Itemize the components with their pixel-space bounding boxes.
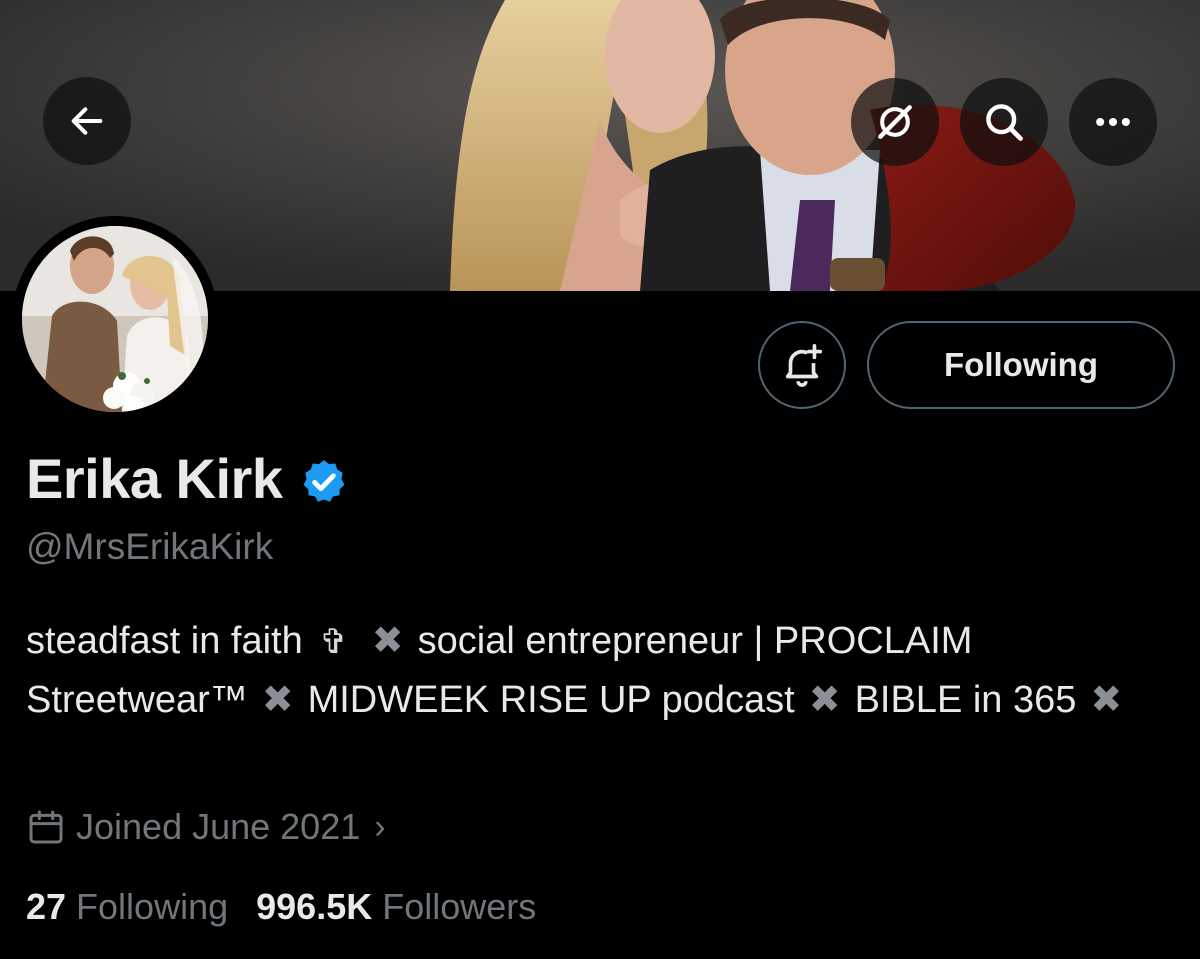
arrow-left-icon — [71, 107, 103, 135]
bell-plus-icon — [785, 344, 823, 387]
search-icon — [986, 104, 1023, 141]
grok-icon — [878, 105, 912, 139]
following-count: 27 — [26, 886, 67, 927]
display-name: Erika Kirk — [26, 447, 283, 510]
grok-button[interactable] — [851, 78, 939, 166]
user-handle: @MrsErikaKirk — [26, 526, 274, 567]
avatar[interactable] — [12, 216, 218, 422]
display-name-row: Erika Kirk — [26, 446, 349, 511]
joined-text: Joined June 2021 — [76, 806, 361, 847]
followers-label: Followers — [382, 886, 537, 927]
bio-text-1: steadfast in faith — [26, 620, 303, 662]
calendar-icon — [29, 810, 63, 844]
x-mark-icon: ✖ — [808, 679, 841, 721]
follow-stats: 27 Following 996.5K Followers — [26, 886, 536, 928]
notifications-button[interactable] — [758, 321, 846, 409]
bio-text-3: MIDWEEK RISE UP podcast — [307, 679, 795, 721]
followers-stat[interactable]: 996.5K Followers — [256, 886, 536, 928]
followers-count: 996.5K — [256, 886, 373, 927]
following-button[interactable]: Following — [867, 321, 1175, 409]
more-button[interactable] — [1069, 78, 1157, 166]
back-button[interactable] — [43, 77, 131, 165]
avatar-photo — [22, 226, 208, 412]
x-mark-icon: ✖ — [261, 679, 294, 721]
profile-bio: steadfast in faith ✞ ✖ social entrepreneur… — [26, 612, 1176, 729]
following-label: Following — [76, 886, 229, 927]
x-mark-icon: ✖ — [1090, 679, 1123, 721]
following-stat[interactable]: 27 Following — [26, 886, 228, 928]
bio-text-4: BIBLE in 365 — [854, 679, 1077, 721]
search-button[interactable] — [960, 78, 1048, 166]
joined-date[interactable]: Joined June 2021 › — [26, 806, 386, 848]
more-icon — [1096, 117, 1130, 127]
x-mark-icon: ✖ — [371, 620, 404, 662]
chevron-right-icon: › — [374, 807, 386, 846]
verified-badge-icon[interactable] — [299, 457, 349, 507]
cross-icon: ✞ — [319, 623, 348, 661]
